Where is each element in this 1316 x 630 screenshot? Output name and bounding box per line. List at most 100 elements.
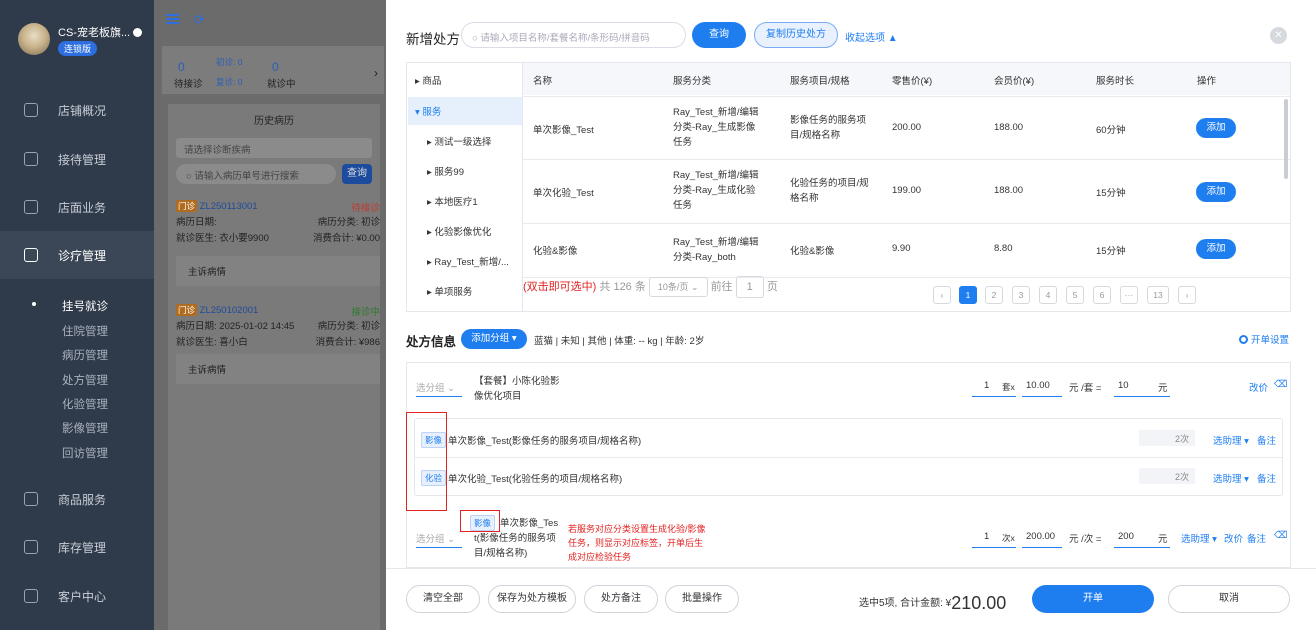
page-5[interactable]: 5 <box>1066 286 1084 304</box>
nav-item-overview[interactable]: 店铺概况 <box>0 86 154 134</box>
goto-page-input[interactable]: 1 <box>735 276 764 298</box>
service-table: 名称 服务分类 服务项目/规格 零售价(¥) 会员价(¥) 服务时长 操作 单次… <box>522 62 1291 312</box>
table-scrollbar[interactable] <box>1284 99 1288 179</box>
visit-type-tag: 门诊 <box>176 304 198 316</box>
footer-bar: 清空全部 保存为处方模板 处方备注 批量操作 选中5项, 合计金额: ¥210.… <box>386 568 1316 630</box>
item-search-input[interactable]: ○ 请输入项目名称/套餐名称/条形码/拼音码 <box>461 22 686 48</box>
package-price-input[interactable]: 10.00 <box>1022 380 1062 397</box>
history-panel: 历史病历 请选择诊断疾病 ○ 请输入病历单号进行搜索 查询 门诊 ZL25011… <box>168 104 380 630</box>
submit-order-button[interactable]: 开单 <box>1032 585 1154 613</box>
sub-item-inpatient[interactable]: 住院管理 <box>62 323 108 339</box>
tree-node-child[interactable]: ▸ 测试一级选择 <box>427 134 491 148</box>
package-qty-input[interactable]: 1 套x <box>972 380 1016 397</box>
tree-node-child[interactable]: ▸ 本地医疗1 <box>427 194 478 208</box>
row-category-line: 分类-Ray_生成化验 <box>673 185 756 196</box>
group-select[interactable]: 选分组 ⌄ <box>416 380 462 397</box>
tree-node-goods[interactable]: ▸ 商品 <box>415 73 441 87</box>
batch-action-button[interactable]: 批量操作 <box>665 585 739 613</box>
tree-node-service[interactable]: ▾ 服务 <box>408 97 522 125</box>
history-card[interactable]: 门诊 ZL250113001 待接诊 病历日期: 病历分类: 初诊 就诊医生: 衣小… <box>176 200 380 286</box>
single-price: 200.00 <box>1026 531 1056 542</box>
sub-item-followup[interactable]: 回访管理 <box>62 445 108 461</box>
note-link[interactable]: 备注 <box>1257 433 1276 447</box>
trash-icon[interactable]: ⌫ <box>1274 379 1287 390</box>
shop-dropdown-icon[interactable] <box>133 28 143 37</box>
add-group-button[interactable]: 添加分组 ▾ <box>461 329 527 349</box>
nav-item-reception[interactable]: 接待管理 <box>0 135 154 183</box>
assistant-select[interactable]: 选助理 ▾ <box>1181 531 1217 545</box>
add-button[interactable]: 添加 <box>1196 118 1236 138</box>
page-size-select[interactable]: 10条/页 ⌄ <box>648 277 708 297</box>
row-member: 8.80 <box>994 243 1013 254</box>
diagnosis-select[interactable]: 请选择诊断疾病 <box>176 138 372 158</box>
page-3[interactable]: 3 <box>1012 286 1030 304</box>
group-select[interactable]: 选分组 ⌄ <box>416 531 462 548</box>
order-settings-label: 开单设置 <box>1251 335 1290 346</box>
shop-avatar[interactable] <box>18 23 50 55</box>
nav-item-medical[interactable]: 诊疗管理 <box>0 231 154 279</box>
single-price-input[interactable]: 200.00 <box>1022 531 1062 548</box>
save-template-button[interactable]: 保存为处方模板 <box>488 585 576 613</box>
refresh-icon[interactable]: ⟳ <box>194 12 205 28</box>
tree-node-child[interactable]: ▸ Ray_Test_新增/... <box>427 254 509 268</box>
page-13[interactable]: 13 <box>1147 286 1169 304</box>
next-page-icon[interactable]: › <box>1178 286 1196 304</box>
sub-item-imaging[interactable]: 影像管理 <box>62 420 108 436</box>
query-button[interactable]: 查询 <box>692 22 746 48</box>
tree-node-child[interactable]: ▸ 单项服务 <box>427 284 472 298</box>
col-name: 名称 <box>533 76 553 87</box>
table-row[interactable]: 单次化验_Test Ray_Test_新增/编辑 分类-Ray_生成化验 任务 化验… <box>523 159 1290 223</box>
reprice-link[interactable]: 改价 <box>1224 531 1243 545</box>
tree-node-child[interactable]: ▸ 服务99 <box>427 164 464 178</box>
single-item-name-line2: t(影像任务的服务项 <box>474 533 556 544</box>
clear-all-button[interactable]: 清空全部 <box>406 585 480 613</box>
table-row[interactable]: 单次影像_Test Ray_Test_新增/编辑 分类-Ray_生成影像 任务 影像… <box>523 96 1290 159</box>
page-ellipsis[interactable]: ··· <box>1120 286 1138 304</box>
nav-item-inventory[interactable]: 库存管理 <box>0 523 154 571</box>
page-1[interactable]: 1 <box>959 286 977 304</box>
package-total-input[interactable]: 10 元 <box>1114 380 1170 397</box>
assistant-select[interactable]: 选助理 ▾ <box>1213 471 1249 485</box>
menu-icon[interactable] <box>166 14 179 24</box>
page-6[interactable]: 6 <box>1093 286 1111 304</box>
history-card[interactable]: 门诊 ZL250102001 接诊中 病历日期: 2025-01-02 14:45… <box>176 304 380 384</box>
sub-item-records[interactable]: 病历管理 <box>62 347 108 363</box>
reprice-link[interactable]: 改价 <box>1249 380 1268 394</box>
add-button[interactable]: 添加 <box>1196 182 1236 202</box>
cancel-button[interactable]: 取消 <box>1168 585 1290 613</box>
single-total-input[interactable]: 200 元 <box>1114 531 1170 548</box>
record-search-input[interactable]: ○ 请输入病历单号进行搜索 <box>176 164 336 184</box>
add-button[interactable]: 添加 <box>1196 239 1236 259</box>
sub-item-registration[interactable]: 挂号就诊 <box>62 298 108 314</box>
record-search-button[interactable]: 查询 <box>342 164 372 184</box>
nav-item-goods[interactable]: 商品服务 <box>0 475 154 523</box>
sub-item-lab[interactable]: 化验管理 <box>62 396 108 412</box>
trash-icon[interactable]: ⌫ <box>1274 530 1287 541</box>
close-icon[interactable]: ✕ <box>1270 27 1287 44</box>
table-row[interactable]: 化验&影像 Ray_Test_新增/编辑 分类-Ray_both 化验&影像 9.… <box>523 223 1290 277</box>
nav-item-store[interactable]: 店面业务 <box>0 183 154 231</box>
single-qty-input[interactable]: 1 次x <box>972 531 1016 548</box>
col-spec: 服务项目/规格 <box>790 76 850 87</box>
page-2[interactable]: 2 <box>985 286 1003 304</box>
rx-note-button[interactable]: 处方备注 <box>584 585 658 613</box>
note-link[interactable]: 备注 <box>1257 471 1276 485</box>
copy-history-button[interactable]: 复制历史处方 <box>754 22 838 48</box>
note-link[interactable]: 备注 <box>1247 531 1266 545</box>
shop-name[interactable]: CS-宠老板旗... <box>58 24 143 40</box>
col-duration: 服务时长 <box>1096 76 1135 87</box>
prev-page-icon[interactable]: ‹ <box>933 286 951 304</box>
row-category-line: Ray_Test_新增/编辑 <box>673 237 759 248</box>
nav-item-customer[interactable]: 客户中心 <box>0 572 154 620</box>
tree-node-child[interactable]: ▸ 化验影像优化 <box>427 224 491 238</box>
order-settings-link[interactable]: 开单设置 <box>1239 332 1289 346</box>
collapse-options-link[interactable]: 收起选项 ▲ <box>845 29 898 44</box>
package-name-line2: 像优化项目 <box>474 391 522 402</box>
sub-item-prescription[interactable]: 处方管理 <box>62 372 108 388</box>
page-4[interactable]: 4 <box>1039 286 1057 304</box>
in-visit-count: 0 <box>272 60 279 74</box>
row-duration: 15分钟 <box>1096 246 1126 257</box>
row-name: 单次化验_Test <box>533 188 594 199</box>
assistant-select[interactable]: 选助理 ▾ <box>1213 433 1249 447</box>
chevron-right-icon[interactable]: › <box>374 66 378 80</box>
